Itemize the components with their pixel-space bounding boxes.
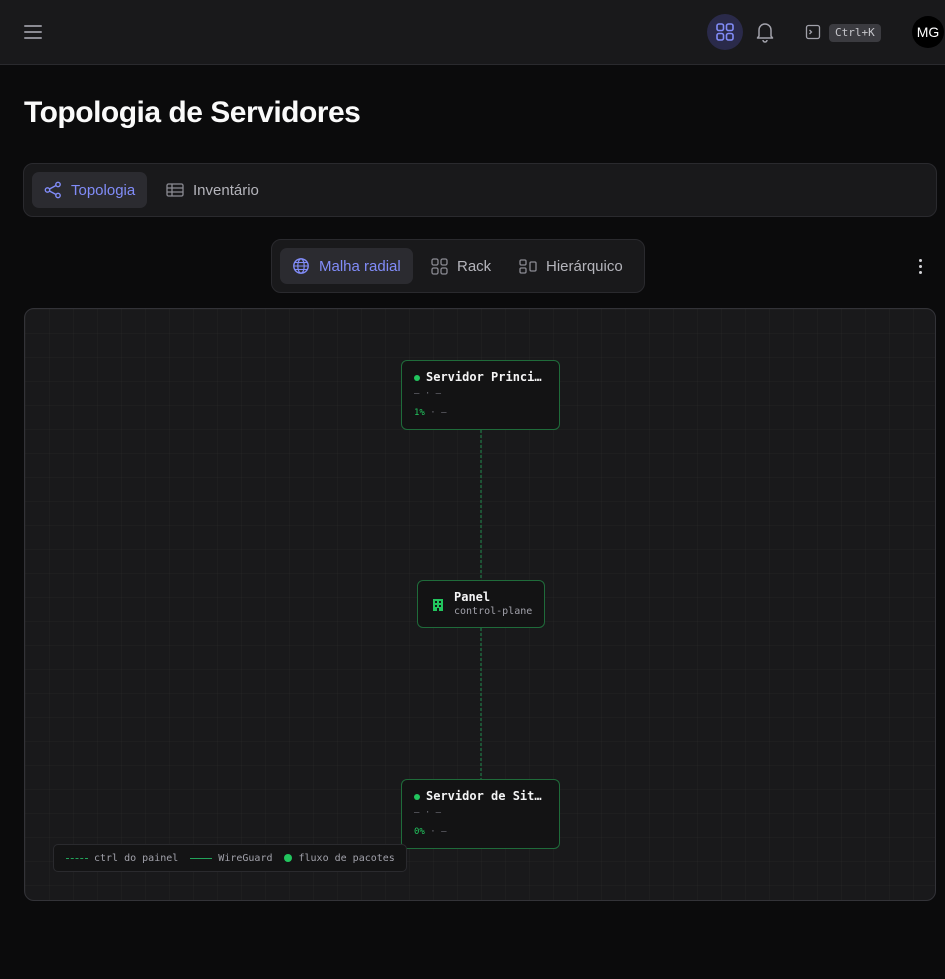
table-icon: [166, 183, 184, 197]
topology-canvas[interactable]: Servidor Princi… — · — 1% · — Panel cont…: [24, 308, 936, 901]
top-bar: Ctrl+K MG: [0, 0, 945, 65]
view-malha-radial-label: Malha radial: [319, 257, 401, 275]
grid-apps-icon: [716, 23, 734, 41]
main-tabs: Topologia Inventário: [23, 163, 937, 217]
solid-line-swatch: [190, 857, 213, 859]
view-hierarquico-label: Hierárquico: [546, 257, 623, 275]
tab-topologia[interactable]: Topologia: [32, 172, 148, 208]
view-mode-toggle: Malha radial Rack Hierárquico: [271, 239, 645, 293]
legend-wireguard-label: WireGuard: [218, 852, 273, 864]
server-node[interactable]: Servidor Princi… — · — 1% · —: [401, 360, 560, 430]
legend-ctrl-label: ctrl do painel: [94, 852, 179, 864]
apps-button[interactable]: [707, 14, 743, 50]
status-dot: [414, 375, 420, 381]
cpu-usage: 1%: [414, 408, 425, 418]
stat-extra: —: [441, 827, 447, 837]
panel-name: Panel: [454, 590, 491, 604]
view-hierarquico[interactable]: Hierárquico: [507, 248, 635, 284]
server-node[interactable]: Servidor de Sit… — · — 0% · —: [401, 779, 560, 849]
view-malha-radial[interactable]: Malha radial: [280, 248, 413, 284]
hamburger-menu-icon[interactable]: [22, 22, 44, 42]
view-rack[interactable]: Rack: [419, 248, 503, 284]
grid-icon: [431, 257, 448, 275]
view-rack-label: Rack: [457, 257, 492, 275]
notifications-button[interactable]: [752, 18, 778, 46]
terminal-icon[interactable]: [805, 24, 821, 40]
tab-inventario[interactable]: Inventário: [154, 172, 271, 208]
share-nodes-icon: [44, 181, 61, 199]
hierarchy-icon: [519, 259, 537, 274]
panel-role: control-plane: [454, 606, 533, 617]
stat-separator: ·: [424, 827, 442, 837]
page-title: Topologia de Servidores: [24, 96, 361, 129]
server-name: Servidor Princi…: [426, 370, 542, 384]
stat-extra: —: [441, 408, 447, 418]
server-meta: — · —: [414, 808, 442, 818]
user-avatar[interactable]: MG: [912, 16, 944, 48]
server-stats: 0% · —: [414, 827, 447, 837]
panel-node[interactable]: Panel control-plane: [417, 580, 545, 628]
cpu-usage: 0%: [414, 827, 425, 837]
globe-icon: [293, 258, 309, 274]
command-palette-shortcut[interactable]: Ctrl+K: [829, 24, 881, 42]
legend-packets-label: fluxo de pacotes: [298, 852, 395, 864]
server-name: Servidor de Sit…: [426, 789, 542, 803]
stat-separator: ·: [424, 408, 442, 418]
server-stats: 1% · —: [414, 408, 447, 418]
more-options-icon[interactable]: [910, 254, 930, 278]
legend-item-ctrl: ctrl do painel: [66, 853, 178, 864]
dashed-line-swatch: [66, 857, 88, 859]
tab-topologia-label: Topologia: [71, 181, 136, 199]
bell-icon: [756, 23, 774, 43]
legend-item-wireguard: WireGuard: [190, 853, 272, 864]
packet-dot-swatch: [284, 854, 293, 862]
building-icon: [433, 599, 443, 611]
topology-legend: ctrl do painel WireGuard fluxo de pacote…: [53, 844, 407, 872]
tab-inventario-label: Inventário: [193, 181, 259, 199]
legend-item-packets: fluxo de pacotes: [284, 852, 395, 864]
server-meta: — · —: [414, 389, 442, 399]
status-dot: [414, 794, 420, 800]
